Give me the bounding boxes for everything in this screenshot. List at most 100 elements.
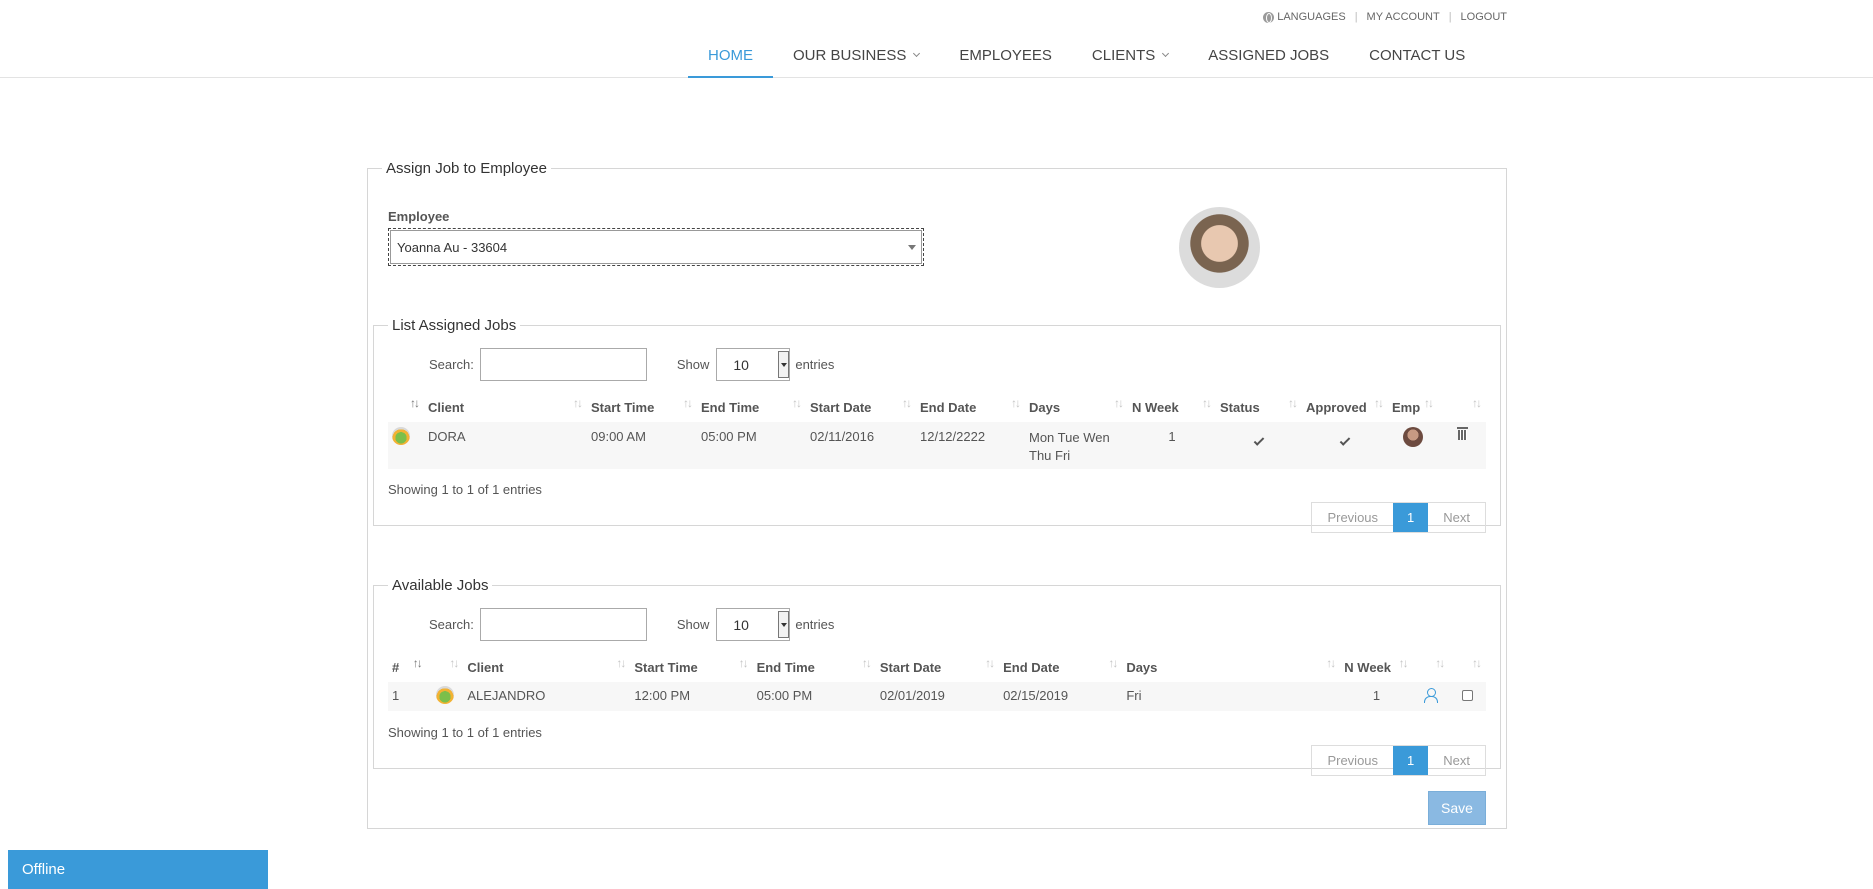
next-button[interactable]: Next [1428, 746, 1485, 775]
col-select-header[interactable]: ↑↓ [1449, 652, 1486, 682]
col-start-time-header[interactable]: Start Time ↑↓ [630, 652, 752, 682]
table-row[interactable]: DORA 09:00 AM 05:00 PM 02/11/2016 12/12/… [388, 422, 1486, 469]
end-date-cell: 12/12/2222 [916, 422, 1025, 469]
col-assign-header[interactable]: ↑↓ [1413, 652, 1450, 682]
sort-icon: ↑↓ [1472, 396, 1482, 410]
available-pagination: Previous 1 Next [1311, 745, 1486, 776]
start-time-cell: 12:00 PM [630, 682, 753, 711]
col-start-date-header[interactable]: Start Date ↑↓ [806, 392, 916, 422]
col-client-header[interactable]: Client ↑↓ [424, 392, 587, 422]
header-label: End Date [920, 399, 977, 415]
col-emp-header[interactable]: Emp ↑↓ [1388, 392, 1438, 422]
page-size-value: 10 [733, 356, 749, 373]
employee-thumbnail [1403, 427, 1423, 447]
assigned-table-info: Showing 1 to 1 of 1 entries [388, 482, 542, 497]
sort-icon: ↑↓ [1398, 656, 1409, 670]
col-status-header[interactable]: Status ↑↓ [1216, 392, 1302, 422]
header-label: Days [1126, 659, 1158, 675]
next-button[interactable]: Next [1428, 503, 1485, 532]
previous-button[interactable]: Previous [1312, 503, 1393, 532]
days-line: Thu Fri [1029, 448, 1071, 463]
col-n-week-header[interactable]: N Week ↑↓ [1340, 652, 1412, 682]
header-label: Client [428, 399, 465, 415]
col-n-week-header[interactable]: N Week ↑↓ [1128, 392, 1216, 422]
chevron-down-icon [1162, 49, 1170, 58]
nav-assigned-jobs[interactable]: ASSIGNED JOBS [1188, 40, 1349, 78]
show-label: Show [676, 357, 710, 372]
assigned-jobs-table: ↑↓ Client ↑↓ Start Time ↑↓ End Time ↑↓ Star… [388, 392, 1486, 469]
col-start-date-header[interactable]: Start Date ↑↓ [876, 652, 999, 682]
sort-icon: ↑↓ [902, 396, 912, 410]
trash-icon[interactable] [1456, 427, 1468, 440]
end-time-cell: 05:00 PM [752, 682, 876, 711]
select-cell[interactable] [1449, 682, 1486, 711]
header-label: Days [1029, 399, 1061, 415]
available-page-size-select[interactable]: 10 [716, 608, 791, 641]
assigned-search-input[interactable] [479, 348, 647, 381]
logout-link[interactable]: LOGOUT [1461, 11, 1507, 23]
col-end-time-header[interactable]: End Time ↑↓ [753, 652, 876, 682]
header-label: Start Time [591, 399, 655, 415]
col-end-date-header[interactable]: End Date ↑↓ [999, 652, 1122, 682]
assigned-page-size-select[interactable]: 10 [716, 348, 791, 381]
header-label: End Date [1003, 659, 1060, 675]
col-days-header[interactable]: Days ↑↓ [1025, 392, 1128, 422]
status-cell [1216, 422, 1302, 469]
table-header-row: ↑↓ Client ↑↓ Start Time ↑↓ End Time ↑↓ Star… [388, 392, 1486, 422]
days-cell: Fri [1122, 682, 1341, 711]
client-cell: DORA [424, 422, 587, 469]
nav-employees-label: EMPLOYEES [959, 47, 1052, 64]
nav-contact-us-label: CONTACT US [1369, 47, 1466, 64]
sort-icon: ↑↓ [1202, 396, 1212, 410]
available-search-input[interactable] [479, 608, 647, 641]
available-jobs-section: Available Jobs Search: Show 10 entries #… [373, 577, 1501, 776]
sort-icon: ↑↓ [1472, 656, 1482, 670]
sort-icon: ↑↓ [616, 656, 626, 670]
header-label: Status [1220, 399, 1260, 415]
nav-employees[interactable]: EMPLOYEES [939, 40, 1072, 78]
nav-home[interactable]: HOME [688, 40, 773, 78]
col-start-time-header[interactable]: Start Time ↑↓ [587, 392, 697, 422]
table-row[interactable]: 1 ALEJANDRO 12:00 PM 05:00 PM 02/01/2019… [388, 682, 1486, 711]
col-end-time-header[interactable]: End Time ↑↓ [697, 392, 806, 422]
employee-select-value: Yoanna Au - 33604 [397, 240, 508, 255]
page-1-button[interactable]: 1 [1393, 503, 1429, 532]
assigned-pagination: Previous 1 Next [1311, 502, 1486, 533]
assign-cell[interactable] [1412, 682, 1450, 711]
header-label: Client [467, 659, 504, 675]
page-1-button[interactable]: 1 [1393, 746, 1429, 775]
delete-cell[interactable] [1438, 422, 1486, 469]
my-account-link[interactable]: MY ACCOUNT [1367, 11, 1440, 23]
chat-status-bar[interactable]: Offline [8, 850, 268, 889]
sort-icon: ↑↓ [792, 396, 802, 410]
assign-user-icon[interactable] [1423, 688, 1438, 703]
col-num-header[interactable]: # ↑↓ [388, 652, 427, 682]
start-date-cell: 02/11/2016 [806, 422, 916, 469]
nav-contact-us[interactable]: CONTACT US [1349, 40, 1485, 78]
nav-our-business[interactable]: OUR BUSINESS [773, 40, 939, 78]
employee-select[interactable]: Yoanna Au - 33604 [388, 228, 924, 266]
nav-clients[interactable]: CLIENTS [1072, 40, 1188, 78]
save-button[interactable]: Save [1428, 791, 1486, 825]
page-size-value: 10 [733, 616, 749, 633]
employee-avatar [1179, 207, 1260, 288]
row-select-checkbox[interactable] [1462, 690, 1474, 701]
col-icon-header[interactable]: ↑↓ [388, 392, 424, 422]
col-end-date-header[interactable]: End Date ↑↓ [916, 392, 1025, 422]
check-icon [1253, 435, 1265, 446]
sort-icon: ↑↓ [449, 656, 459, 670]
col-days-header[interactable]: Days ↑↓ [1122, 652, 1340, 682]
col-approved-header[interactable]: Approved ↑↓ [1302, 392, 1388, 422]
col-actions-header[interactable]: ↑↓ [1438, 392, 1486, 422]
previous-button[interactable]: Previous [1312, 746, 1393, 775]
start-date-cell: 02/01/2019 [875, 682, 1000, 711]
languages-link[interactable]: LANGUAGES [1277, 11, 1345, 23]
divider: | [1354, 11, 1358, 23]
col-client-header[interactable]: Client ↑↓ [463, 652, 630, 682]
caret-down-icon [908, 245, 916, 250]
approved-cell [1302, 422, 1388, 469]
col-icon-header[interactable]: ↑↓ [427, 652, 464, 682]
num-cell: 1 [388, 682, 427, 711]
sort-icon: ↑↓ [1114, 396, 1124, 410]
sort-icon: ↑↓ [985, 656, 995, 670]
